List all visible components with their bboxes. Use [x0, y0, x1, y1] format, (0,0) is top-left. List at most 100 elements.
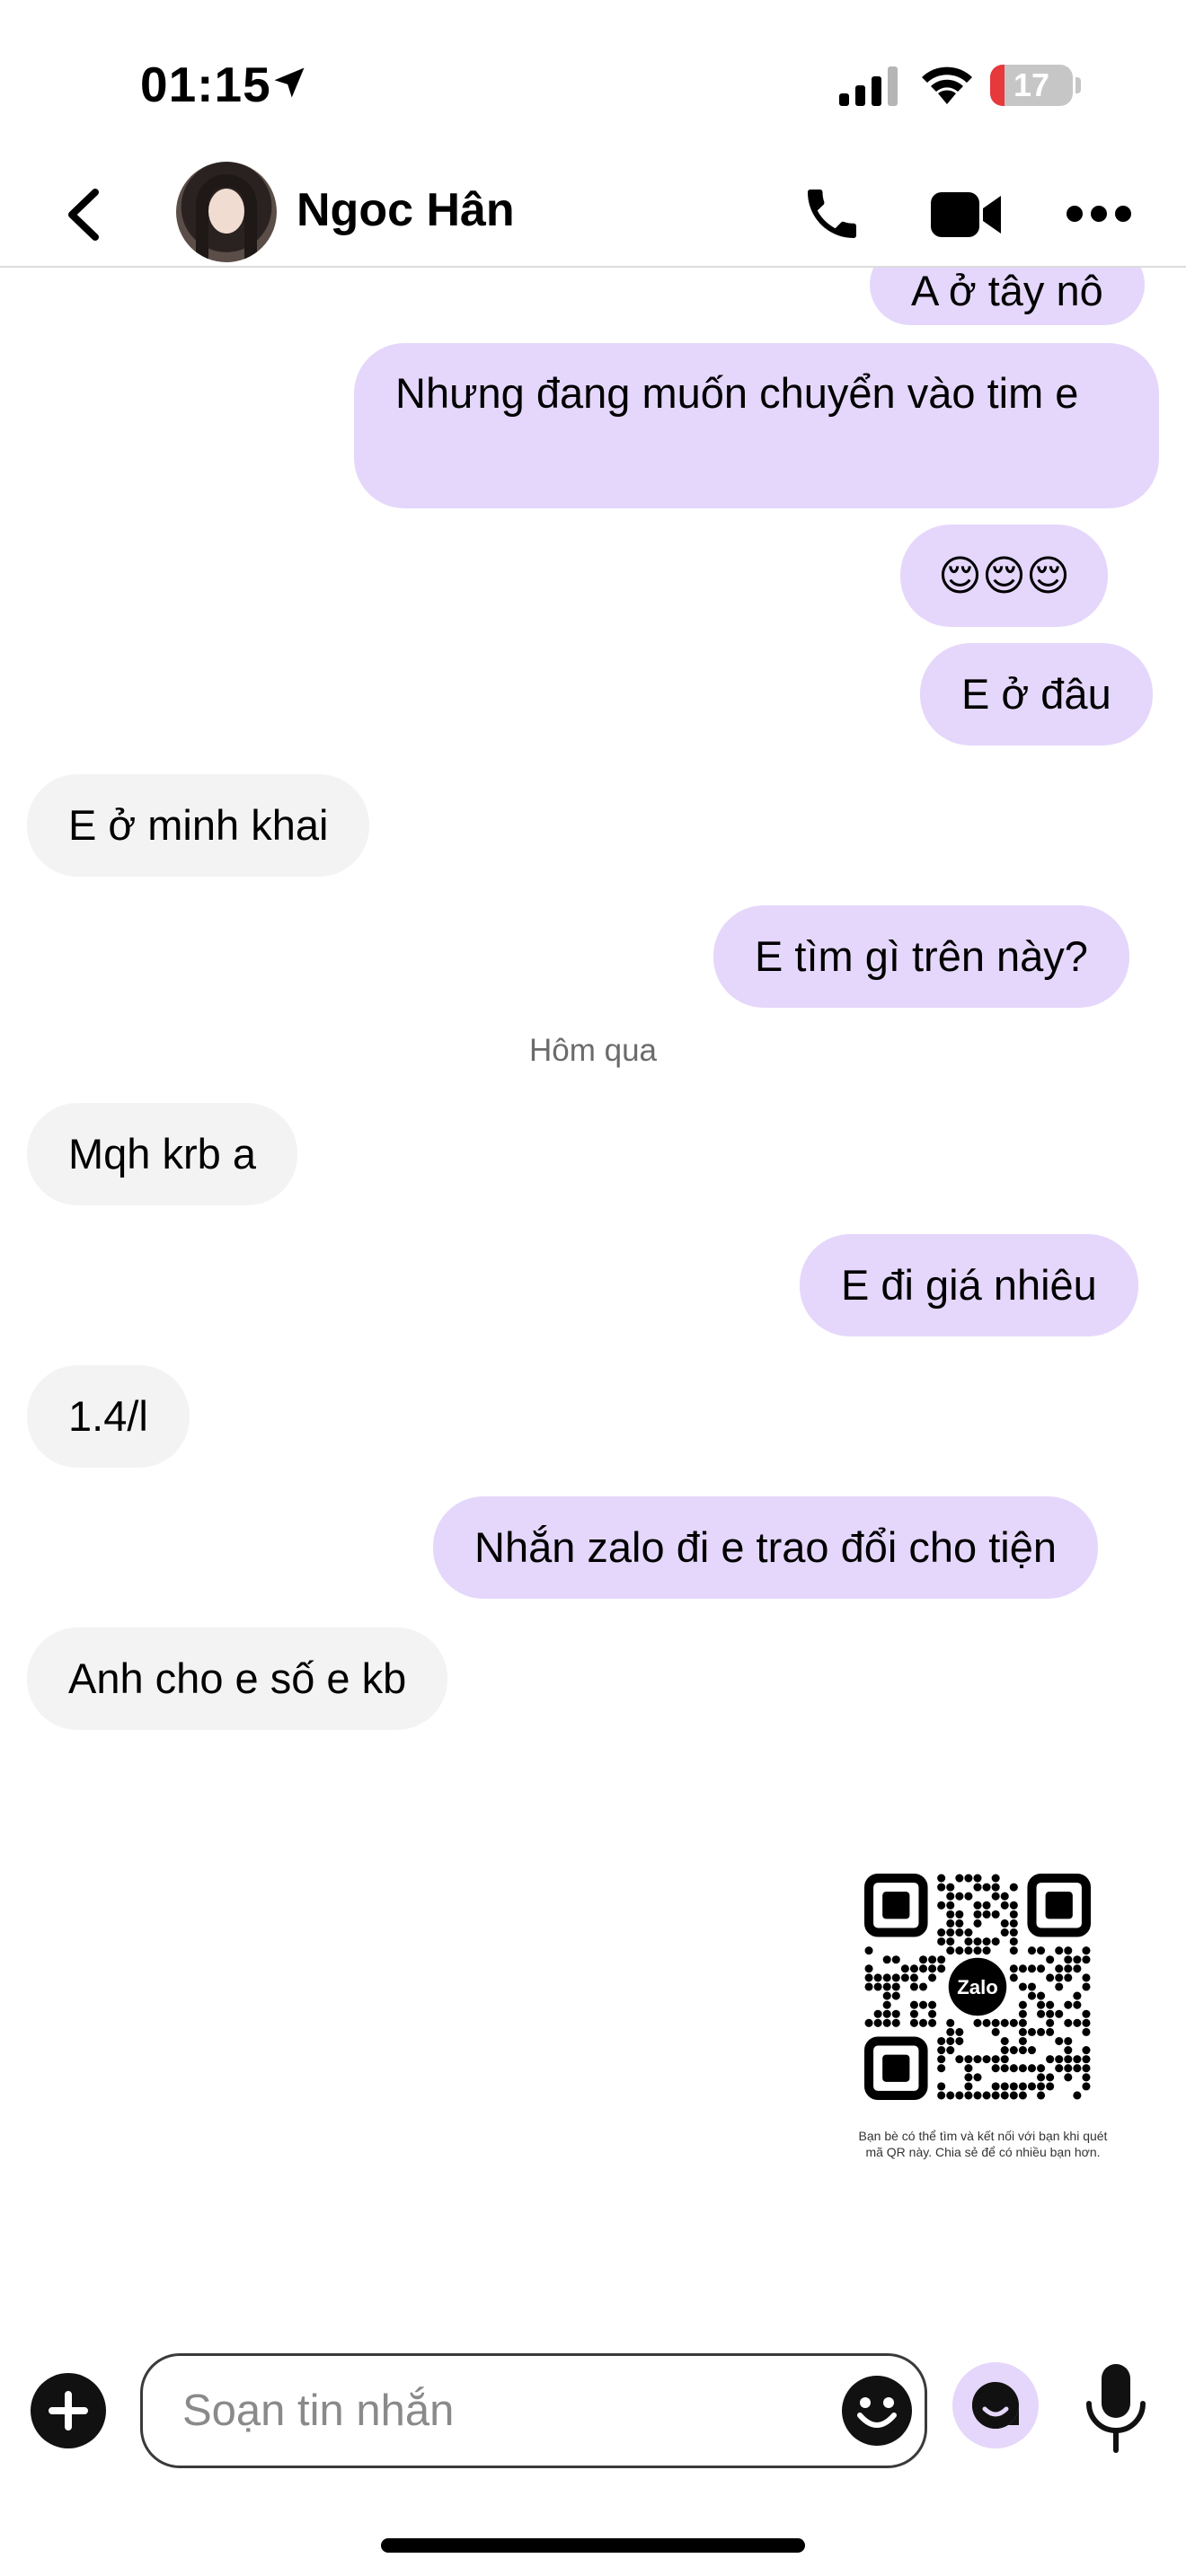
qr-module — [982, 1883, 991, 1892]
qr-module — [909, 2009, 918, 2018]
sticker-icon[interactable] — [952, 2362, 1039, 2448]
qr-module — [1018, 2036, 1027, 2046]
qr-module — [1018, 2027, 1027, 2036]
qr-module — [864, 2018, 873, 2027]
qr-module — [955, 1892, 964, 1901]
qr-module — [1073, 1964, 1082, 1973]
qr-module — [1082, 2018, 1091, 2027]
qr-module — [891, 2009, 900, 2018]
plus-icon[interactable] — [31, 2373, 106, 2448]
qr-module — [882, 1955, 891, 1964]
message-text: 1.4/l — [68, 1392, 148, 1440]
microphone-icon[interactable] — [1082, 2362, 1150, 2454]
qr-module — [973, 2018, 982, 2027]
qr-module — [1000, 2036, 1009, 2046]
qr-module — [964, 2064, 973, 2073]
qr-module — [946, 2091, 955, 2100]
message-input[interactable]: Soạn tin nhắn — [140, 2353, 927, 2468]
message-input-placeholder[interactable]: Soạn tin nhắn — [182, 2356, 454, 2466]
phone-icon[interactable] — [800, 181, 864, 246]
qr-module — [1064, 2073, 1073, 2082]
qr-module — [1073, 2055, 1082, 2064]
qr-module — [1009, 1910, 1018, 1919]
qr-module — [1009, 2082, 1018, 2091]
qr-module — [1018, 2000, 1027, 2009]
message-bubble-outgoing[interactable]: E tìm gì trên này? — [713, 905, 1129, 1008]
qr-module — [991, 1883, 1000, 1892]
qr-module — [1009, 1937, 1018, 1946]
message-bubble-outgoing[interactable]: Nhưng đang muốn chuyển vào tim e — [354, 343, 1159, 508]
chat-header: Ngoc Hân — [0, 162, 1186, 268]
qr-code-image[interactable]: Zalo Bạn bè có thể tìm và kết nối với bạ… — [848, 1874, 1118, 2160]
message-bubble-outgoing[interactable]: E đi giá nhiêu — [800, 1234, 1138, 1337]
qr-module — [1018, 2064, 1027, 2073]
qr-module — [973, 1910, 982, 1919]
message-bubble-outgoing[interactable]: 😌😌😌 — [900, 525, 1108, 627]
more-dots-icon[interactable] — [1066, 198, 1132, 230]
qr-module — [973, 2091, 982, 2100]
qr-module — [1046, 2073, 1055, 2082]
message-list[interactable]: A ở tây nô Nhưng đang muốn chuyển vào ti… — [0, 268, 1186, 2342]
qr-module — [964, 1928, 973, 1937]
back-chevron-icon[interactable] — [59, 185, 113, 244]
battery-icon: 17 — [990, 65, 1073, 106]
qr-module — [955, 1928, 964, 1937]
qr-module — [891, 1973, 900, 1982]
qr-module — [964, 1937, 973, 1946]
qr-module — [1082, 1955, 1091, 1964]
qr-module — [1009, 2091, 1018, 2100]
qr-caption: Bạn bè có thể tìm và kết nối với bạn khi… — [858, 2129, 1108, 2159]
qr-module — [1073, 2000, 1082, 2009]
qr-module — [928, 1973, 937, 1982]
qr-module — [1037, 2009, 1046, 2018]
qr-module — [946, 2027, 955, 2036]
qr-module — [928, 2009, 937, 2018]
qr-module — [1064, 1973, 1073, 1982]
qr-module — [1000, 2018, 1009, 2027]
qr-module — [1009, 1973, 1018, 1982]
qr-module — [1018, 1982, 1027, 1991]
qr-module — [973, 1883, 982, 1892]
qr-module — [1064, 2036, 1073, 2046]
qr-module — [1073, 1955, 1082, 1964]
message-text: Anh cho e số e kb — [68, 1654, 407, 1702]
qr-module — [937, 2064, 946, 2073]
qr-module — [946, 2036, 955, 2046]
message-bubble-incoming[interactable]: Mqh krb a — [27, 1103, 297, 1205]
qr-module — [918, 2018, 928, 2027]
qr-module — [964, 2055, 973, 2064]
day-separator: Hôm qua — [528, 1033, 658, 1068]
qr-module — [1055, 1964, 1064, 1973]
qr-module — [1000, 2082, 1009, 2091]
message-text: Mqh krb a — [68, 1130, 256, 1178]
home-indicator[interactable] — [381, 2538, 805, 2553]
qr-module — [955, 1874, 964, 1883]
message-bubble-outgoing[interactable]: E ở đâu — [920, 643, 1153, 745]
qr-module — [891, 1982, 900, 1991]
qr-module — [937, 1964, 946, 1973]
message-bubble-incoming[interactable]: 1.4/l — [27, 1365, 190, 1468]
qr-module — [991, 2091, 1000, 2100]
qr-module — [864, 1982, 873, 1991]
message-bubble-incoming[interactable]: E ở minh khai — [27, 774, 370, 877]
qr-module — [1046, 2000, 1055, 2009]
avatar[interactable] — [176, 162, 277, 262]
qr-module — [973, 2055, 982, 2064]
video-camera-icon[interactable] — [931, 189, 1003, 241]
qr-module — [1037, 1991, 1046, 2000]
message-bubble-outgoing[interactable]: Nhắn zalo đi e trao đổi cho tiện — [433, 1496, 1098, 1599]
qr-module — [882, 2000, 891, 2009]
qr-module — [1000, 2055, 1009, 2064]
qr-module — [1046, 2082, 1055, 2091]
emoji-smile-icon[interactable] — [840, 2374, 914, 2448]
qr-module — [973, 1937, 982, 1946]
qr-module — [882, 2009, 891, 2018]
message-text: E đi giá nhiêu — [841, 1261, 1097, 1309]
qr-module — [946, 1937, 955, 1946]
qr-module — [1037, 2082, 1046, 2091]
message-bubble-incoming[interactable]: Anh cho e số e kb — [27, 1628, 448, 1730]
contact-name[interactable]: Ngoc Hân — [296, 183, 515, 237]
qr-module — [1064, 1955, 1073, 1964]
message-bubble-outgoing[interactable]: A ở tây nô — [870, 268, 1145, 325]
qr-module — [991, 2064, 1000, 2073]
